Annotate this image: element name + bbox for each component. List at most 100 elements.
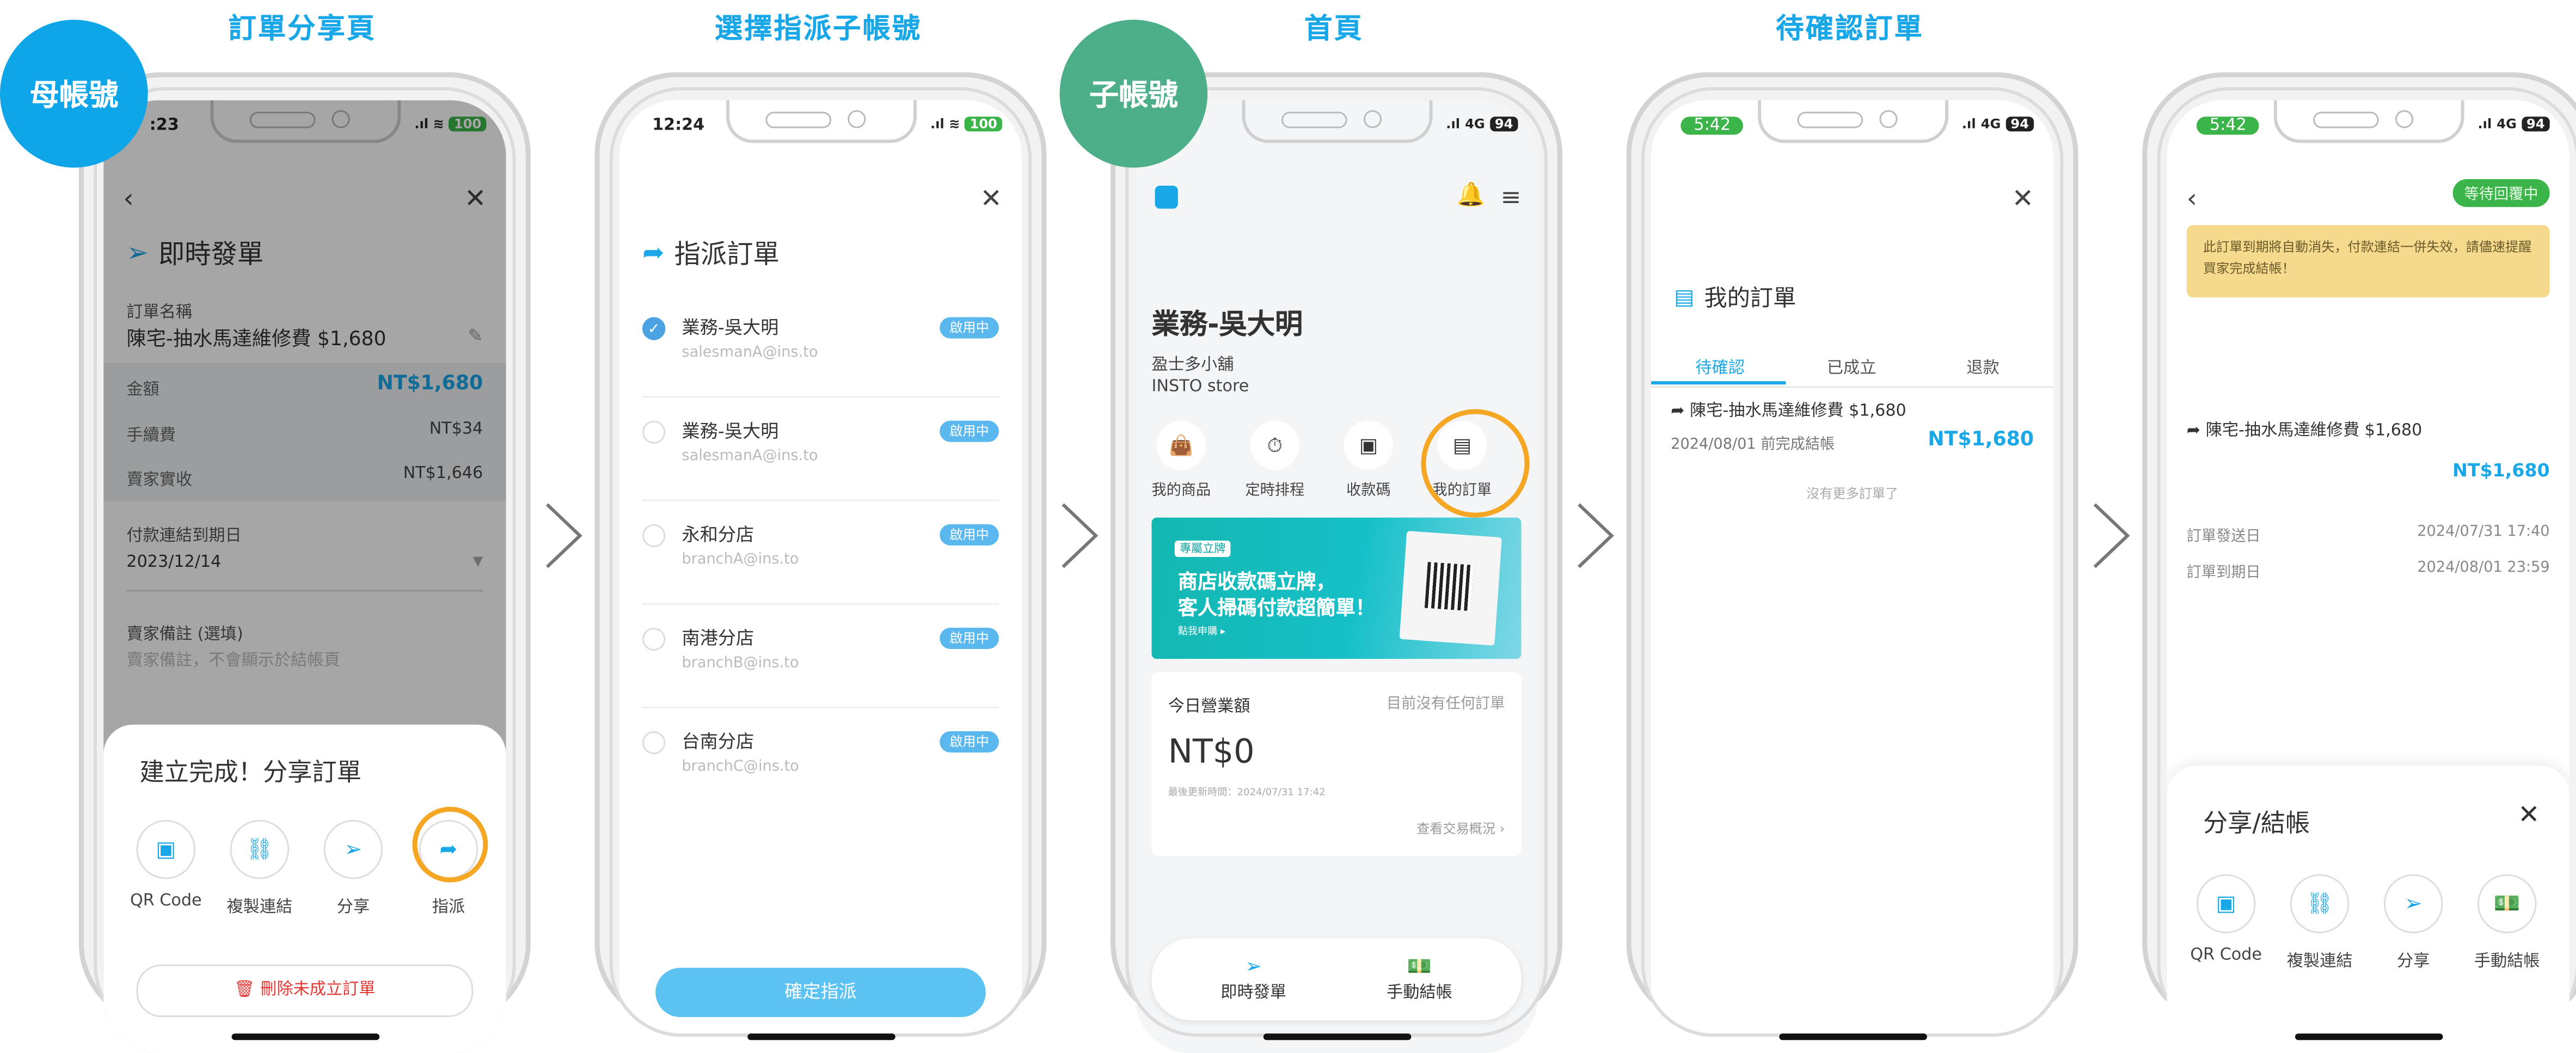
- banner-line-1: 商店收款碼立牌，: [1177, 570, 1336, 593]
- send-icon: ➢: [1245, 954, 1262, 978]
- section-title-home: 首頁: [1304, 13, 1364, 46]
- manual-checkout-label: 手動結帳: [1387, 984, 1452, 1002]
- qr-code-icon: ▣: [1344, 420, 1394, 470]
- payment-code-button[interactable]: ▣ 收款碼: [1322, 420, 1414, 499]
- radio-button[interactable]: [642, 731, 666, 755]
- home-indicator: [231, 1033, 379, 1040]
- order-list-item[interactable]: ➦ 陳宅-抽水馬達維修費 $1,680 2024/08/01 前完成結帳 NT$…: [1651, 389, 2053, 488]
- share-sheet: 建立完成！分享訂單 ▣ QR Code ⛓ 複製連結 ➢ 分享 ➦ 指派 🗑 刪…: [103, 724, 506, 1053]
- shop-name: 盈士多小舖: [1151, 356, 1234, 375]
- network-type: 4G: [1465, 117, 1485, 132]
- tab-pending[interactable]: 待確認: [1654, 353, 1786, 378]
- send-icon: ➢: [2383, 874, 2443, 934]
- home-indicator: [746, 1033, 895, 1040]
- order-tabs: 待確認 已成立 退款: [1651, 347, 2054, 388]
- my-products-label: 我的商品: [1151, 483, 1211, 500]
- sent-date-row: 訂單發送日 2024/07/31 17:40: [2187, 524, 2550, 546]
- copy-link-button[interactable]: ⛓ 複製連結: [210, 819, 309, 917]
- expiry-notice: 此訂單到期將自動消失，付款連結一併失效，請儘速提醒買家完成結帳！: [2186, 225, 2550, 298]
- account-item[interactable]: 業務-吳大明 salesmanA@ins.to 啟用中: [642, 401, 999, 501]
- close-icon[interactable]: ✕: [980, 182, 1002, 213]
- parent-account-badge: 母帳號: [0, 20, 148, 168]
- business-name: 業務-吳大明: [1151, 309, 1303, 342]
- today-label: 今日營業額: [1168, 698, 1250, 717]
- view-transactions-link[interactable]: 查看交易概況 ›: [1416, 820, 1505, 838]
- phone-order-detail: 5:42 .ıl 4G 94 ‹ 等待回覆中 此訂單到期將自動消失，付款連結一併失效…: [2142, 72, 2576, 1053]
- no-more-orders: 沒有更多訂單了: [1806, 486, 1899, 501]
- check-icon[interactable]: ✓: [642, 317, 666, 340]
- home-indicator: [1262, 1033, 1410, 1040]
- sheet-title: 分享/結帳: [2203, 808, 2310, 838]
- bag-icon: 👜: [1156, 420, 1206, 470]
- radio-button[interactable]: [642, 524, 666, 547]
- cash-icon: 💵: [2477, 874, 2537, 934]
- account-email: branchC@ins.to: [682, 759, 799, 776]
- expire-date-value: 2024/08/01 23:59: [2417, 560, 2550, 577]
- page-title-text: 我的訂單: [1704, 286, 1796, 313]
- battery-icon: 100: [965, 117, 1002, 132]
- radio-button[interactable]: [642, 627, 666, 651]
- manual-checkout-button[interactable]: 💵 手動結帳: [1354, 954, 1485, 1002]
- phone-home: .ıl 4G 94 🔔 ≡ 業務-吳大明 盈士多小舖 INSTO store 👜 我…: [1111, 72, 1562, 1053]
- radio-button[interactable]: [642, 420, 666, 444]
- bell-icon[interactable]: 🔔: [1457, 182, 1486, 209]
- close-icon[interactable]: ✕: [2012, 182, 2034, 213]
- store-name: INSTO store: [1151, 378, 1249, 396]
- forward-icon: ➦: [2186, 422, 2206, 440]
- network-type: 4G: [2497, 117, 2517, 132]
- status-badge: 啟用中: [940, 317, 999, 339]
- account-item[interactable]: 台南分店 branchC@ins.to 啟用中: [642, 712, 999, 810]
- copy-link-label: 複製連結: [2286, 953, 2353, 971]
- qr-code-label: QR Code: [130, 892, 202, 910]
- highlight-ring: [412, 806, 488, 883]
- banner-tag: 專屬立牌: [1174, 540, 1231, 558]
- schedule-button[interactable]: ⏱ 定時排程: [1229, 420, 1321, 499]
- status-badge: 啟用中: [940, 627, 999, 650]
- promo-banner[interactable]: 專屬立牌 商店收款碼立牌， 客人掃碼付款超簡單！ 點我申購 ▸: [1151, 517, 1522, 659]
- tab-established[interactable]: 已成立: [1786, 353, 1917, 378]
- qr-code-label: QR Code: [2190, 946, 2262, 965]
- menu-icon[interactable]: ≡: [1501, 182, 1522, 212]
- copy-link-label: 複製連結: [226, 898, 293, 917]
- qr-code-button[interactable]: ▣ QR Code: [116, 819, 215, 910]
- battery-icon: 94: [2521, 117, 2550, 132]
- share-button[interactable]: ➢ 分享: [304, 819, 402, 917]
- manual-checkout-label: 手動結帳: [2474, 953, 2540, 971]
- status-bar: 5:42 .ıl 4G 94: [1651, 117, 2053, 143]
- delete-order-button[interactable]: 🗑 刪除未成立訂單: [136, 964, 474, 1018]
- manual-checkout-button[interactable]: 💵 手動結帳: [2458, 874, 2556, 971]
- forward-icon: ➦: [1671, 402, 1690, 421]
- account-item[interactable]: ✓ 業務-吳大明 salesmanA@ins.to 啟用中: [642, 297, 999, 398]
- forward-icon: ➦: [642, 236, 665, 267]
- instant-order-button[interactable]: ➢ 即時發單: [1188, 954, 1319, 1002]
- last-updated: 最後更新時間：2024/07/31 17:42: [1168, 787, 1326, 799]
- signal-icon: .ıl ≋: [930, 117, 960, 132]
- today-hint: 目前沒有任何訂單: [1387, 696, 1505, 713]
- order-deadline: 2024/08/01 前完成結帳: [1671, 437, 1835, 454]
- share-button[interactable]: ➢ 分享: [2364, 874, 2463, 971]
- status-time: 12:24: [652, 117, 705, 135]
- order-amount: NT$1,680: [2452, 460, 2550, 482]
- share-checkout-sheet: 分享/結帳 ✕ ▣ QR Code ⛓ 複製連結 ➢ 分享 💵 手動結帳: [2167, 766, 2569, 1053]
- confirm-assign-button[interactable]: 確定指派: [655, 968, 986, 1018]
- today-amount: NT$0: [1168, 731, 1255, 771]
- qr-stand-image: [1399, 530, 1502, 646]
- banner-line-2: 客人掃碼付款超簡單！: [1177, 596, 1375, 620]
- status-badge: 啟用中: [940, 731, 999, 753]
- share-label: 分享: [2397, 953, 2430, 971]
- copy-link-button[interactable]: ⛓ 複製連結: [2271, 874, 2369, 971]
- section-title-share: 訂單分享頁: [228, 13, 377, 46]
- child-account-badge: 子帳號: [1059, 20, 1208, 168]
- tab-refund[interactable]: 退款: [1917, 353, 2048, 378]
- timer-icon: ⏱: [1250, 420, 1300, 470]
- account-item[interactable]: 南港分店 branchB@ins.to 啟用中: [642, 608, 999, 708]
- close-icon[interactable]: ✕: [2518, 799, 2540, 830]
- account-item[interactable]: 永和分店 branchA@ins.to 啟用中: [642, 504, 999, 605]
- back-icon[interactable]: ‹: [2187, 182, 2197, 213]
- chevron-right-icon: [2090, 501, 2132, 570]
- assign-label: 指派: [432, 898, 465, 917]
- status-badge: 啟用中: [940, 420, 999, 442]
- qr-code-button[interactable]: ▣ QR Code: [2177, 874, 2276, 965]
- my-products-button[interactable]: 👜 我的商品: [1135, 420, 1227, 500]
- document-icon: ▤: [1674, 285, 1695, 310]
